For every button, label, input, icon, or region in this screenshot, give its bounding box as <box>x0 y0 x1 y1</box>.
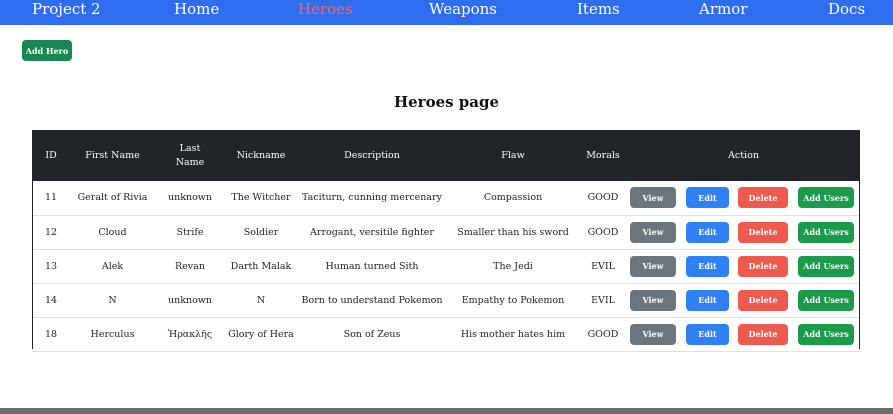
table-right-border <box>859 181 860 349</box>
table-row: 12 Cloud Strife Soldier Arrogant, versitile … <box>32 215 860 249</box>
view-button[interactable]: View <box>630 187 676 209</box>
delete-button[interactable]: Delete <box>738 221 788 243</box>
cell-nickname: The Witcher <box>231 192 291 204</box>
cell-last-name: unknown <box>167 192 213 204</box>
row-actions: View Edit Delete Add Users <box>629 221 858 243</box>
header-last-name: Last Name <box>155 130 225 181</box>
cell-flaw: His mother hates him <box>460 328 566 340</box>
header-last-name-text: Last Name <box>175 142 205 168</box>
delete-button[interactable]: Delete <box>738 289 788 311</box>
nav-link-armor[interactable]: Armor <box>699 0 747 20</box>
row-actions: View Edit Delete Add Users <box>629 255 858 277</box>
edit-button[interactable]: Edit <box>686 187 729 209</box>
cell-actions: View Edit Delete Add Users <box>627 283 860 317</box>
cell-id: 18 <box>44 328 58 340</box>
nav-link-home[interactable]: Home <box>174 0 219 20</box>
cell-morals: EVIL <box>591 294 615 306</box>
edit-button[interactable]: Edit <box>686 289 729 311</box>
header-id: ID <box>45 149 57 161</box>
table-row: 18 Herculus Ἡρακλῆς Glory of Hera Son of Zeu… <box>32 317 860 351</box>
cell-description: Taciturn, cunning mercenary <box>302 192 442 204</box>
nav-brand[interactable]: Project 2 <box>32 0 101 20</box>
row-actions: View Edit Delete Add Users <box>629 323 858 345</box>
table-row: 11 Geralt of Rivia unknown The Witcher Tacit… <box>32 181 860 215</box>
table-row: 13 Alek Revan Darth Malak Human turned Sith T… <box>32 249 860 283</box>
row-actions: View Edit Delete Add Users <box>629 187 858 209</box>
cell-id: 11 <box>44 192 58 204</box>
delete-button[interactable]: Delete <box>738 255 788 277</box>
heroes-table-container: ID First Name Last Name Nickname Descrip… <box>32 130 860 352</box>
add-users-button[interactable]: Add Users <box>798 187 854 209</box>
cell-flaw: Smaller than his sword <box>457 226 569 238</box>
cell-nickname: Darth Malak <box>230 260 292 272</box>
edit-button[interactable]: Edit <box>686 255 729 277</box>
cell-flaw: The Jedi <box>493 260 533 272</box>
edit-button[interactable]: Edit <box>686 221 729 243</box>
cell-last-name: unknown <box>167 294 213 306</box>
table-header-row: ID First Name Last Name Nickname Descrip… <box>32 130 860 181</box>
nav-link-weapons[interactable]: Weapons <box>429 0 497 20</box>
cell-first-name: N <box>108 294 117 306</box>
add-users-button[interactable]: Add Users <box>798 221 854 243</box>
nav-link-docs[interactable]: Docs <box>828 0 865 20</box>
page-title: Heroes page <box>393 93 500 111</box>
cell-description: Human turned Sith <box>325 260 419 272</box>
row-actions: View Edit Delete Add Users <box>629 289 858 311</box>
add-users-button[interactable]: Add Users <box>798 255 854 277</box>
header-description: Description <box>344 149 400 161</box>
cell-nickname: Soldier <box>243 226 279 238</box>
header-nickname: Nickname <box>236 149 286 161</box>
cell-morals: GOOD <box>587 328 619 340</box>
cell-id: 14 <box>44 294 58 306</box>
add-hero-button[interactable]: Add Hero <box>22 40 72 61</box>
view-button[interactable]: View <box>630 221 676 243</box>
header-flaw: Flaw <box>501 149 525 161</box>
cell-flaw: Compassion <box>483 192 543 204</box>
cell-id: 12 <box>44 226 58 238</box>
cell-description: Son of Zeus <box>343 328 401 340</box>
cell-actions: View Edit Delete Add Users <box>627 181 860 215</box>
nav-link-items[interactable]: Items <box>577 0 620 20</box>
header-action: Action <box>728 149 759 161</box>
cell-actions: View Edit Delete Add Users <box>627 249 860 283</box>
delete-button[interactable]: Delete <box>738 323 788 345</box>
heroes-table: ID First Name Last Name Nickname Descrip… <box>32 130 860 352</box>
cell-first-name: Herculus <box>90 328 135 340</box>
table-left-border <box>32 181 33 349</box>
cell-nickname: N <box>256 294 266 306</box>
table-body: 11 Geralt of Rivia unknown The Witcher Tacit… <box>32 181 860 351</box>
cell-flaw: Empathy to Pokemon <box>461 294 565 306</box>
cell-nickname: Glory of Hera <box>228 328 294 340</box>
add-users-button[interactable]: Add Users <box>798 323 854 345</box>
add-users-button[interactable]: Add Users <box>798 289 854 311</box>
footer-bar <box>0 408 893 414</box>
delete-button[interactable]: Delete <box>738 187 788 209</box>
cell-description: Born to understand Pokemon <box>301 294 443 306</box>
header-first-name: First Name <box>85 149 140 161</box>
edit-button[interactable]: Edit <box>686 323 729 345</box>
cell-morals: GOOD <box>587 226 619 238</box>
view-button[interactable]: View <box>630 255 676 277</box>
top-navbar: Project 2 Home Heroes Weapons Items Armo… <box>0 0 893 25</box>
cell-last-name: Strife <box>176 226 204 238</box>
cell-first-name: Alek <box>101 260 124 272</box>
cell-actions: View Edit Delete Add Users <box>627 317 860 351</box>
view-button[interactable]: View <box>630 323 676 345</box>
cell-first-name: Cloud <box>98 226 127 238</box>
cell-last-name: Ἡρακλῆς <box>167 328 213 340</box>
nav-link-heroes[interactable]: Heroes <box>298 0 353 20</box>
cell-first-name: Geralt of Rivia <box>77 192 148 204</box>
view-button[interactable]: View <box>630 289 676 311</box>
header-morals: Morals <box>586 149 620 161</box>
cell-morals: GOOD <box>587 192 619 204</box>
cell-morals: EVIL <box>591 260 615 272</box>
cell-description: Arrogant, versitile fighter <box>310 226 434 238</box>
cell-last-name: Revan <box>175 260 205 272</box>
cell-id: 13 <box>44 260 58 272</box>
cell-actions: View Edit Delete Add Users <box>627 215 860 249</box>
table-row: 14 Nunknown N Born to understand Pokemon Emp… <box>32 283 860 317</box>
